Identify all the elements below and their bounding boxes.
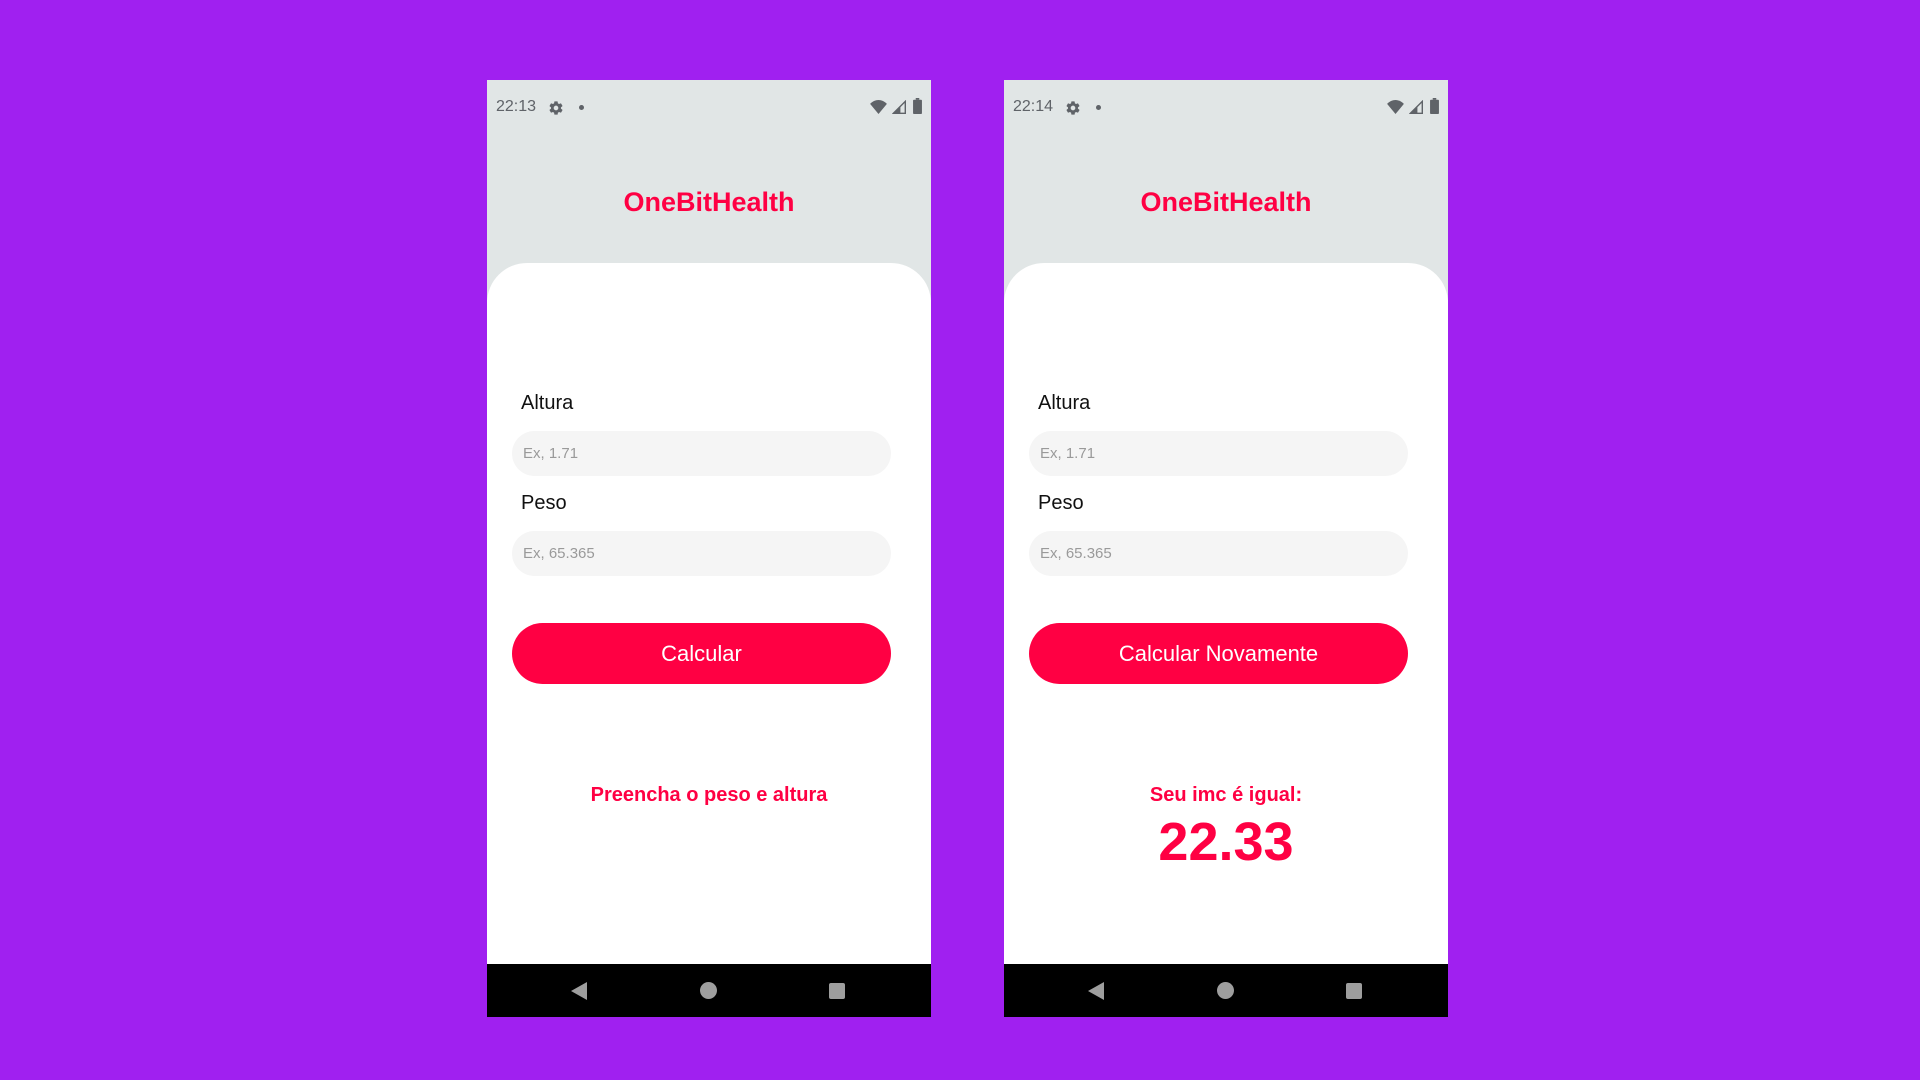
app-title: OneBitHealth [1140, 187, 1312, 217]
signal-icon [892, 100, 906, 114]
height-label: Altura [1038, 392, 1091, 414]
wifi-icon [1387, 100, 1404, 114]
battery-icon [913, 98, 922, 114]
status-bar: 22:13 [487, 80, 931, 134]
recents-icon[interactable] [829, 983, 845, 999]
height-label: Altura [521, 392, 574, 414]
app-title: OneBitHealth [623, 187, 795, 217]
phone-screen-result: 22:14 OneBitHealth Altura Peso Calcular … [1004, 80, 1448, 1017]
gear-icon [1066, 101, 1080, 115]
height-input[interactable] [1029, 431, 1408, 476]
weight-label: Peso [1038, 492, 1084, 514]
height-input[interactable] [512, 431, 891, 476]
back-icon[interactable] [571, 982, 587, 1000]
weight-label: Peso [521, 492, 567, 514]
recents-icon[interactable] [1346, 983, 1362, 999]
navigation-bar [487, 964, 931, 1017]
weight-input[interactable] [512, 531, 891, 576]
status-time: 22:14 [1013, 98, 1054, 115]
phone-screen-initial: 22:13 OneBitHealth Altura Peso Calcular … [487, 80, 931, 1017]
status-time: 22:13 [496, 98, 537, 115]
notification-dot-icon [579, 105, 584, 110]
gear-icon [549, 101, 563, 115]
validation-message: Preencha o peso e altura [590, 784, 828, 806]
weight-input[interactable] [1029, 531, 1408, 576]
bmi-result-value: 22.33 [1158, 812, 1294, 872]
signal-icon [1409, 100, 1423, 114]
form-card: Altura Peso Calcular Novamente Seu imc é… [1004, 263, 1448, 973]
wifi-icon [870, 100, 887, 114]
back-icon[interactable] [1088, 982, 1104, 1000]
calculate-again-button[interactable]: Calcular Novamente [1029, 623, 1408, 684]
home-icon[interactable] [700, 982, 717, 999]
calculate-button[interactable]: Calcular [512, 623, 891, 684]
battery-icon [1430, 98, 1439, 114]
status-bar: 22:14 [1004, 80, 1448, 134]
result-label: Seu imc é igual: [1149, 784, 1303, 806]
notification-dot-icon [1096, 105, 1101, 110]
form-card: Altura Peso Calcular Preencha o peso e a… [487, 263, 931, 973]
home-icon[interactable] [1217, 982, 1234, 999]
navigation-bar [1004, 964, 1448, 1017]
